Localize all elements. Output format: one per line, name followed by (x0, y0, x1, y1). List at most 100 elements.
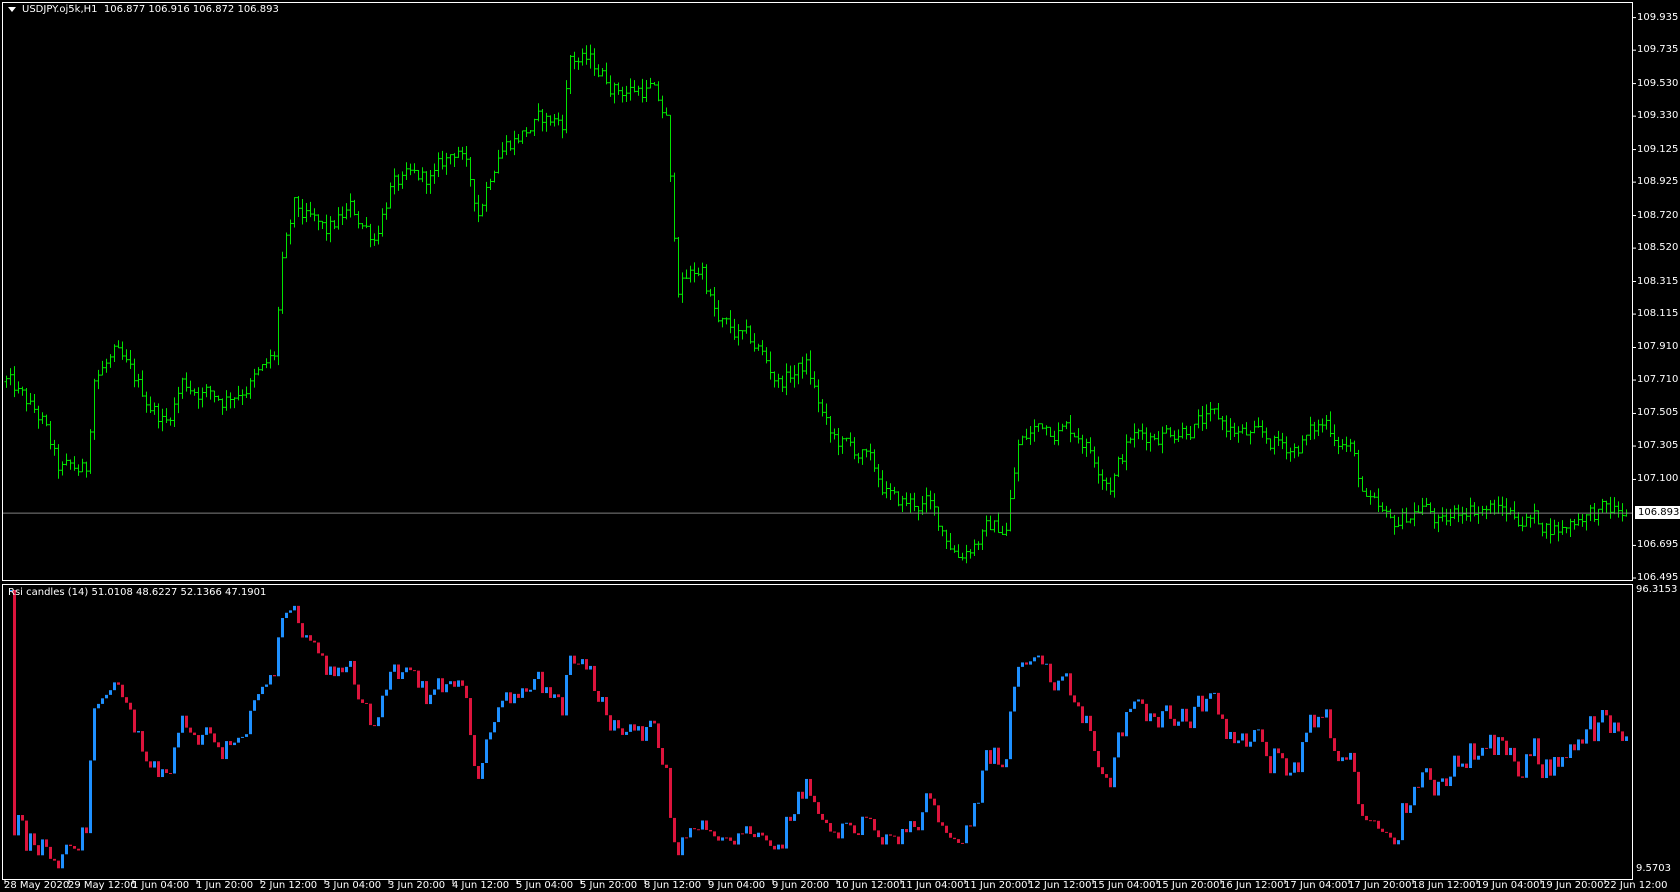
rsi-candle (1089, 715, 1092, 732)
price-axis-label: 107.100 (1637, 473, 1679, 485)
rsi-candle (941, 822, 944, 826)
rsi-candle (1281, 753, 1284, 759)
rsi-candle (1461, 763, 1464, 767)
rsi-candle (829, 823, 832, 832)
rsi-candle (1357, 771, 1360, 805)
rsi-candle (33, 833, 36, 846)
rsi-candle (1077, 702, 1080, 707)
rsi-candle (909, 821, 912, 833)
rsi-candle (589, 665, 592, 670)
rsi-candle (533, 679, 536, 690)
rsi-candle (561, 697, 564, 716)
chart-area[interactable] (0, 0, 1680, 892)
rsi-candle (1321, 716, 1324, 718)
rsi-candle (349, 660, 352, 667)
indicator-title: Rsi candles (14) 51.0108 48.6227 52.1366… (8, 587, 267, 598)
rsi-candle (801, 791, 804, 799)
rsi-candle (721, 837, 724, 841)
time-axis-label: 11 Jun 04:00 (900, 880, 964, 891)
rsi-candle (413, 670, 416, 672)
rsi-candle (897, 836, 900, 845)
rsi-candle (577, 663, 580, 665)
rsi-candle (933, 798, 936, 806)
rsi-candle (433, 689, 436, 695)
rsi-candle (1425, 768, 1428, 773)
rsi-candle (1365, 815, 1368, 821)
rsi-candle (685, 837, 688, 839)
rsi-candle (1345, 757, 1348, 760)
rsi-candle (1305, 732, 1308, 743)
price-axis-label: 108.315 (1637, 275, 1679, 287)
rsi-candle (973, 803, 976, 827)
rsi-candle (773, 845, 776, 850)
chart-header[interactable]: USDJPY.oj5k,H1 106.877 106.916 106.872 1… (8, 4, 279, 15)
rsi-candle (173, 747, 176, 774)
rsi-candle (1277, 748, 1280, 754)
rsi-candle (361, 699, 364, 703)
rsi-candle (645, 727, 648, 741)
rsi-candle (1025, 662, 1028, 665)
rsi-candle (29, 833, 32, 851)
time-axis-label: 4 Jun 12:00 (452, 880, 510, 891)
rsi-candle (397, 664, 400, 679)
rsi-candle (1073, 695, 1076, 703)
dropdown-triangle-icon[interactable] (8, 6, 16, 12)
rsi-candle (481, 763, 484, 779)
rsi-candle (1501, 737, 1504, 741)
rsi-candle (185, 715, 188, 728)
rsi-candle (1477, 755, 1480, 760)
rsi-candle (913, 821, 916, 827)
rsi-candle (1581, 739, 1584, 744)
time-axis-label: 19 Jun 04:00 (1476, 880, 1540, 891)
rsi-candle (601, 697, 604, 702)
time-axis-label: 5 Jun 20:00 (580, 880, 638, 891)
time-axis-label: 17 Jun 20:00 (1348, 880, 1412, 891)
rsi-candle (529, 689, 532, 692)
price-axis-label: 108.925 (1637, 176, 1679, 188)
rsi-candle (1589, 716, 1592, 730)
rsi-candle (901, 829, 904, 845)
rsi-candle (1493, 734, 1496, 755)
rsi-candle (849, 822, 852, 826)
rsi-candle (1045, 663, 1048, 665)
rsi-candle (1529, 754, 1532, 757)
rsi-candle (1453, 755, 1456, 777)
rsi-candle (393, 664, 396, 672)
rsi-candle (1605, 710, 1608, 716)
time-axis-label: 3 Jun 20:00 (388, 880, 446, 891)
price-axis-label: 109.125 (1637, 143, 1679, 155)
time-axis-label: 5 Jun 04:00 (516, 880, 574, 891)
rsi-candle (805, 778, 808, 799)
rsi-candle (585, 659, 588, 670)
rsi-candle (1573, 744, 1576, 751)
rsi-candle (945, 825, 948, 833)
rsi-candle (1409, 805, 1412, 813)
rsi-candle (1289, 772, 1292, 776)
rsi-candle (1557, 757, 1560, 767)
rsi-candle (473, 735, 476, 767)
rsi-candle (609, 715, 612, 731)
rsi-candle (1005, 759, 1008, 768)
time-axis-label: 28 May 2020 (4, 880, 70, 891)
rsi-candle (1373, 820, 1376, 822)
rsi-candle (317, 642, 320, 654)
rsi-candle (889, 834, 892, 836)
rsi-candle (981, 770, 984, 803)
rsi-candle (253, 700, 256, 711)
rsi-candle (69, 844, 72, 847)
rsi-candle (965, 825, 968, 844)
rsi-candle (617, 720, 620, 729)
rsi-candle (237, 737, 240, 743)
rsi-candle (353, 660, 356, 685)
rsi-candle (761, 832, 764, 836)
rsi-candle (321, 653, 324, 656)
rsi-candle (449, 681, 452, 685)
price-axis-label: 109.330 (1637, 110, 1679, 122)
rsi-candle (677, 842, 680, 856)
rsi-candle (61, 854, 64, 869)
rsi-candle (1317, 716, 1320, 728)
rsi-candle (1041, 655, 1044, 665)
rsi-candle (125, 697, 128, 703)
time-axis-label: 1 Jun 04:00 (132, 880, 190, 891)
rsi-candle (1017, 666, 1020, 687)
